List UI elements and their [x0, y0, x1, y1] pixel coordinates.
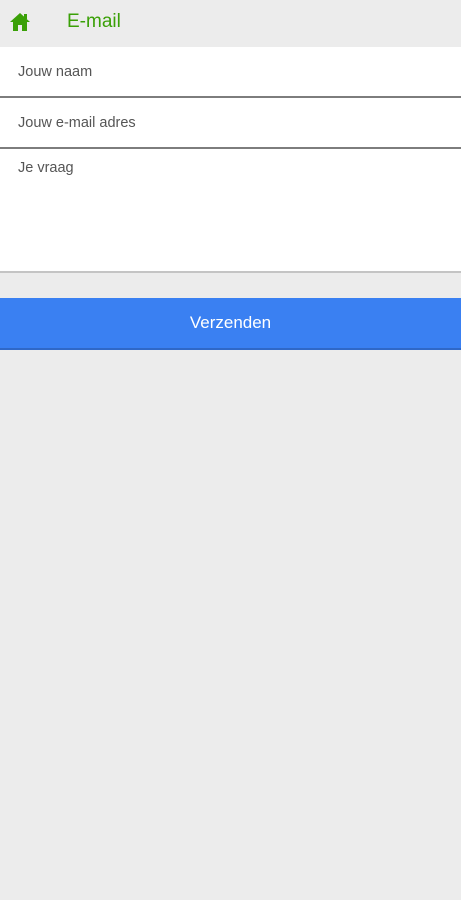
question-field[interactable]: [0, 149, 461, 273]
send-button[interactable]: Verzenden: [0, 298, 461, 350]
app-header: E-mail: [0, 0, 461, 47]
email-field[interactable]: [0, 98, 461, 149]
home-icon[interactable]: [9, 12, 31, 32]
contact-form: [0, 47, 461, 273]
name-field[interactable]: [0, 47, 461, 98]
page-title: E-mail: [67, 11, 121, 32]
